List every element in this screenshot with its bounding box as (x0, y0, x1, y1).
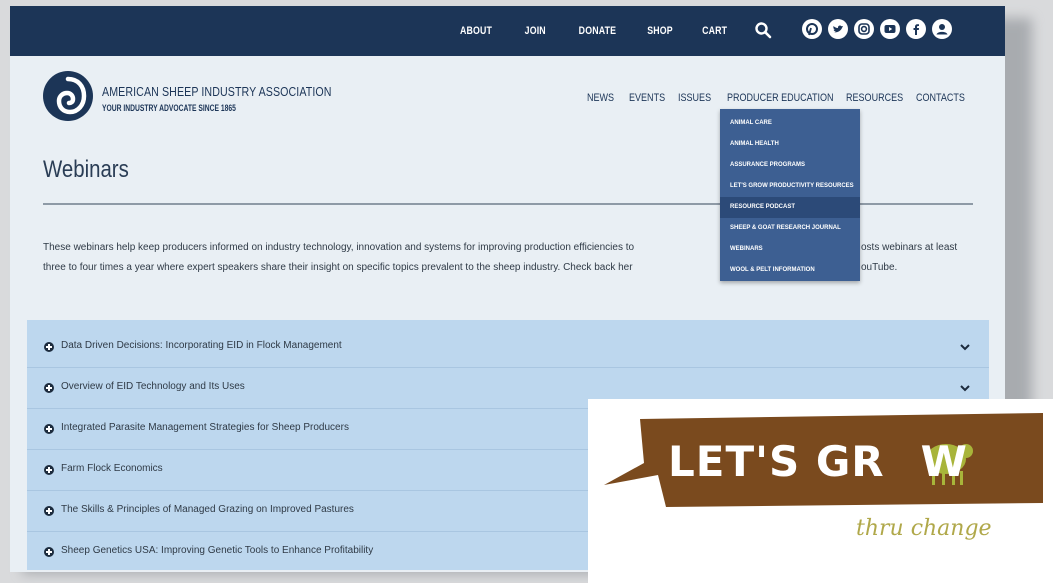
intro-line-1-end: osts webinars at least (861, 242, 958, 253)
producer-education-dropdown: ANIMAL CARE ANIMAL HEALTH ASSURANCE PROG… (720, 109, 860, 281)
dropdown-item-assurance-programs[interactable]: ASSURANCE PROGRAMS (720, 155, 860, 176)
search-icon[interactable] (754, 21, 772, 39)
intro-line-2: three to four times a year where expert … (43, 262, 633, 273)
intro-line-1: These webinars help keep producers infor… (43, 242, 635, 253)
lets-grow-logo-overlay: LET'S GR W thru change (588, 399, 1053, 583)
expand-icon (44, 465, 54, 475)
donate-link[interactable]: DONATE (579, 25, 616, 37)
intro-line-2-end: ouTube. (861, 262, 898, 273)
expand-icon (44, 342, 54, 352)
page-title: Webinars (43, 156, 129, 183)
accordion-item-title: Farm Flock Economics (61, 463, 163, 474)
org-name: AMERICAN SHEEP INDUSTRY ASSOCIATION (102, 84, 332, 99)
user-icon[interactable] (932, 19, 952, 39)
instagram-icon[interactable] (854, 19, 874, 39)
dropdown-item-lets-grow[interactable]: LET'S GROW PRODUCTIVITY RESOURCES (720, 176, 860, 197)
dropdown-item-webinars[interactable]: WEBINARS (720, 239, 860, 260)
accordion-item-title: Overview of EID Technology and Its Uses (61, 381, 245, 392)
org-tagline: YOUR INDUSTRY ADVOCATE SINCE 1865 (102, 103, 236, 113)
accordion-item-title: Data Driven Decisions: Incorporating EID… (61, 340, 342, 351)
twitter-icon[interactable] (828, 19, 848, 39)
shop-link[interactable]: SHOP (647, 25, 673, 37)
utility-bar: ABOUT JOIN DONATE SHOP CART (10, 6, 1005, 56)
join-link[interactable]: JOIN (525, 25, 546, 37)
dropdown-item-resource-podcast[interactable]: RESOURCE PODCAST (720, 197, 860, 218)
dropdown-item-animal-care[interactable]: ANIMAL CARE (720, 113, 860, 134)
dropdown-item-wool-pelt[interactable]: WOOL & PELT INFORMATION (720, 260, 860, 281)
dropdown-item-animal-health[interactable]: ANIMAL HEALTH (720, 134, 860, 155)
nav-news[interactable]: NEWS (587, 92, 614, 104)
youtube-icon[interactable] (880, 19, 900, 39)
nav-issues[interactable]: ISSUES (678, 92, 711, 104)
accordion-item-title: The Skills & Principles of Managed Grazi… (61, 504, 354, 515)
expand-icon (44, 506, 54, 516)
lets-grow-headline-end: W (920, 437, 968, 486)
thru-change-tagline: thru change (856, 516, 992, 541)
expand-icon (44, 547, 54, 557)
nav-events[interactable]: EVENTS (629, 92, 665, 104)
nav-producer-education[interactable]: PRODUCER EDUCATION (727, 92, 834, 104)
chevron-down-icon[interactable] (959, 382, 971, 394)
accordion-item-title: Sheep Genetics USA: Improving Genetic To… (61, 545, 374, 556)
accordion-divider (27, 367, 989, 368)
chevron-down-icon[interactable] (959, 341, 971, 353)
facebook-icon[interactable] (906, 19, 926, 39)
lets-grow-banner-graphic (604, 413, 1043, 507)
pinterest-icon[interactable] (802, 19, 822, 39)
nav-resources[interactable]: RESOURCES (846, 92, 903, 104)
expand-icon (44, 383, 54, 393)
asi-ram-logo[interactable] (42, 70, 94, 122)
lets-grow-headline-start: LET'S GR (668, 437, 885, 486)
about-link[interactable]: ABOUT (460, 25, 492, 37)
lets-grow-headline: LET'S GR W (668, 437, 968, 486)
accordion-item-title: Integrated Parasite Management Strategie… (61, 422, 349, 433)
cart-link[interactable]: CART (702, 25, 727, 37)
nav-contacts[interactable]: CONTACTS (916, 92, 965, 104)
accordion-item[interactable]: Data Driven Decisions: Incorporating EID… (27, 328, 989, 366)
expand-icon (44, 424, 54, 434)
dropdown-item-research-journal[interactable]: SHEEP & GOAT RESEARCH JOURNAL (720, 218, 860, 239)
